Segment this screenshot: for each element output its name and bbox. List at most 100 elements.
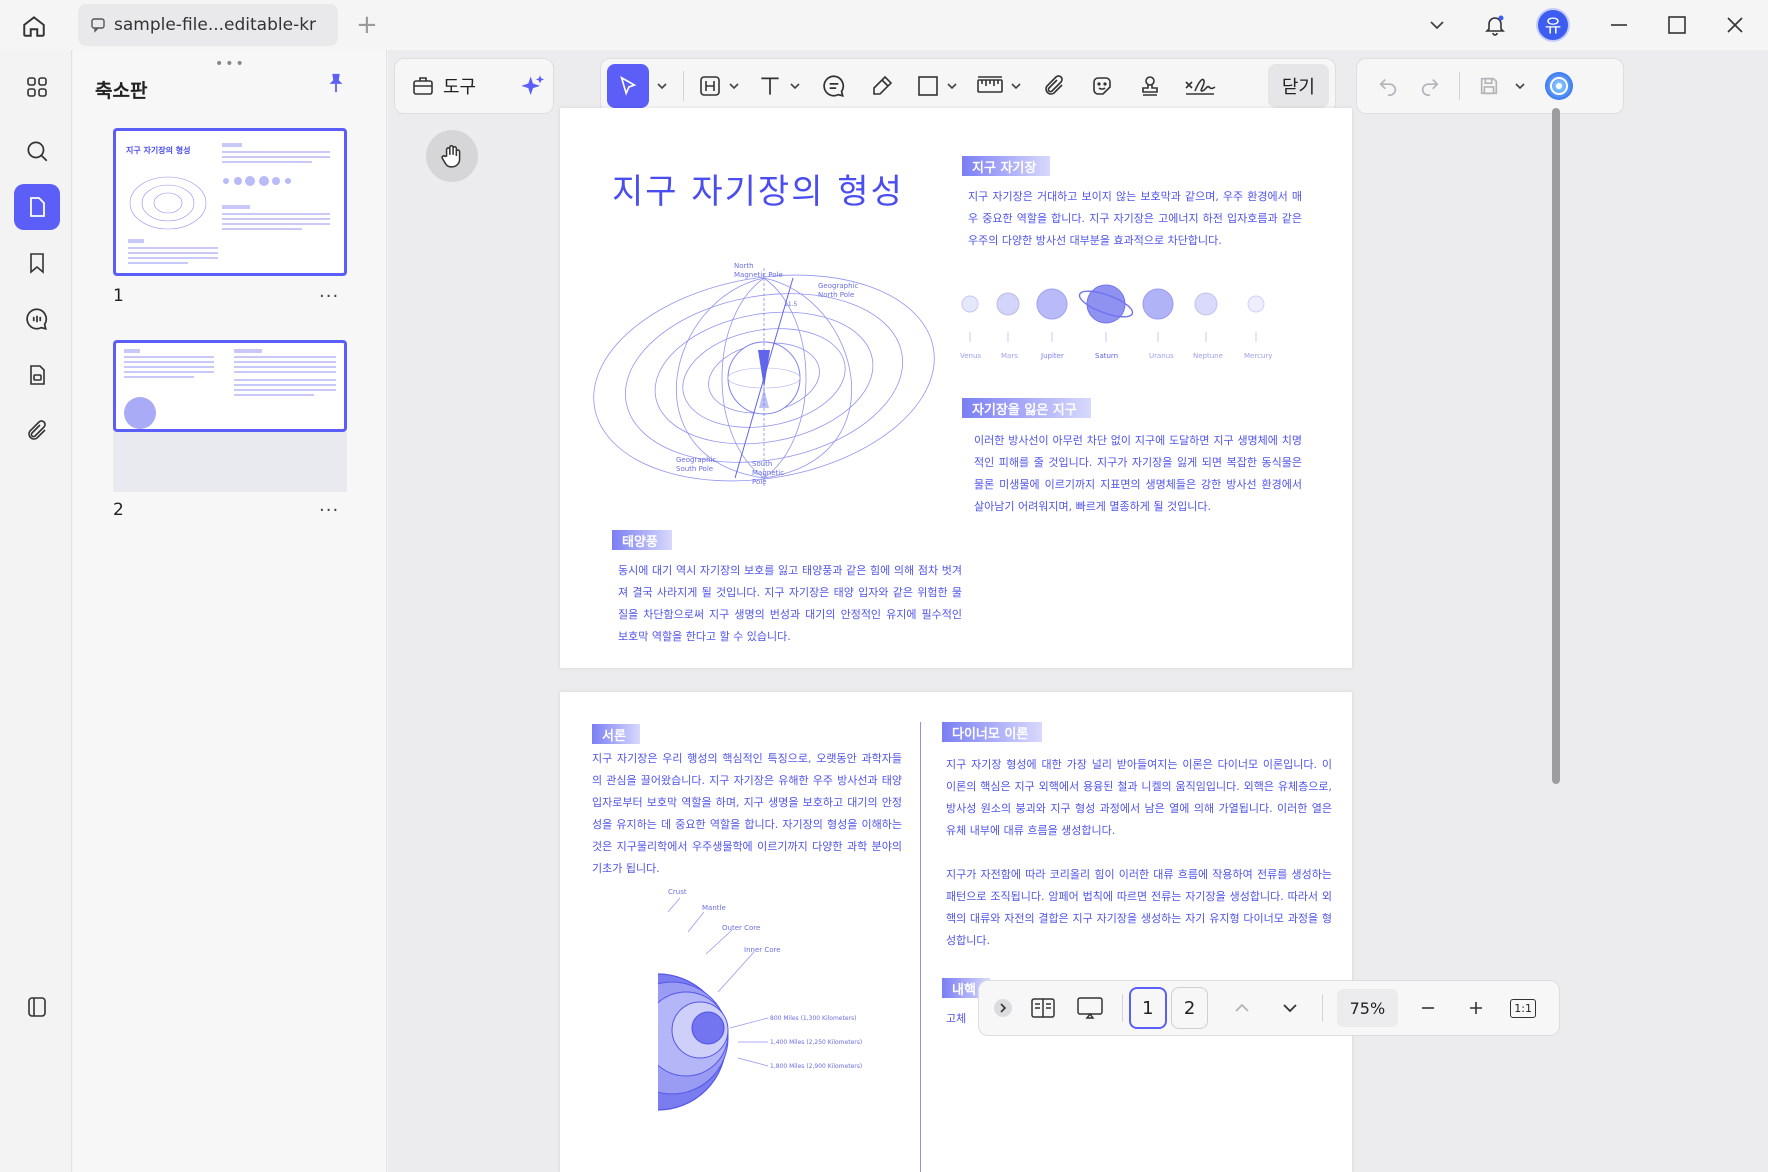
actual-size-button[interactable]: 1:1 xyxy=(1501,987,1545,1029)
pin-panel-button[interactable] xyxy=(325,72,347,98)
page-1-button[interactable]: 1 xyxy=(1129,987,1167,1029)
thumbnail-page-1[interactable]: 지구 자기장의 형성 xyxy=(113,128,347,276)
column-divider xyxy=(920,722,921,1172)
shape-tool-button[interactable] xyxy=(908,64,966,108)
select-tool-button[interactable] xyxy=(607,64,649,108)
toolbar-separator xyxy=(683,71,684,101)
presentation-mode-button[interactable] xyxy=(1068,987,1112,1029)
planet-label: Venus xyxy=(960,352,982,360)
rail-form-button[interactable] xyxy=(14,352,60,398)
close-edit-toolbar-button[interactable]: 닫기 xyxy=(1267,64,1329,108)
paragraph-magnetic-field: 지구 자기장은 거대하고 보이지 않는 보호막과 같으며, 우주 환경에서 매우… xyxy=(968,190,1302,247)
home-button[interactable] xyxy=(18,10,50,42)
page-2-button[interactable]: 2 xyxy=(1170,987,1209,1029)
planets-diagram xyxy=(961,284,1265,342)
chat-icon xyxy=(26,308,48,330)
page-layout-button[interactable] xyxy=(1021,987,1065,1029)
page-navigation-bar: 1 2 75% 1:1 xyxy=(978,980,1560,1036)
left-icon-rail xyxy=(0,50,72,1172)
geographic-south-pole-label: Geographic South Pole xyxy=(676,456,717,473)
chevron-down-icon xyxy=(947,83,957,90)
window-controls: 유 xyxy=(1408,0,1768,50)
depth-label-3: 1,800 Miles (2,900 Kilometers) xyxy=(770,1063,863,1070)
heading-icon xyxy=(700,76,720,96)
ai-assistant-button[interactable] xyxy=(519,73,547,105)
section-heading-dynamo: 다이너모 이론 xyxy=(942,722,1043,742)
mantle-label: Mantle xyxy=(702,904,726,912)
redo-button[interactable] xyxy=(1409,64,1451,108)
undo-button[interactable] xyxy=(1367,64,1409,108)
rail-attachments-button[interactable] xyxy=(14,408,60,454)
maximize-icon xyxy=(1668,16,1686,34)
notifications-button[interactable] xyxy=(1476,6,1514,44)
document-tab[interactable]: sample-file...editable-kr xyxy=(78,4,338,46)
section-heading-lost-field: 자기장을 잃은 지구 xyxy=(962,398,1091,418)
edit-toolbar: 닫기 xyxy=(600,58,1336,114)
save-button[interactable] xyxy=(1468,64,1510,108)
thumbnail-1-more-button[interactable]: ··· xyxy=(319,286,339,307)
rail-search-button[interactable] xyxy=(14,128,60,174)
panel-drag-handle[interactable]: ••• xyxy=(215,56,246,72)
tools-menu: 도구 xyxy=(394,58,554,114)
paragraph-dynamo-1: 지구 자기장 형성에 대한 가장 널리 받아들여지는 이론은 다이너모 이론입니… xyxy=(946,758,1332,837)
toolbox-icon xyxy=(413,77,433,95)
zoom-level[interactable]: 75% xyxy=(1336,989,1399,1027)
rail-comments-button[interactable] xyxy=(14,296,60,342)
signature-tool-button[interactable] xyxy=(1176,64,1224,108)
minimize-button[interactable] xyxy=(1600,6,1638,44)
highlight-tool-button[interactable] xyxy=(692,64,746,108)
collapse-nav-button[interactable] xyxy=(989,987,1017,1029)
pen-tool-button[interactable] xyxy=(860,64,904,108)
maximize-button[interactable] xyxy=(1658,6,1696,44)
minimize-icon xyxy=(1611,24,1627,26)
zoom-in-button[interactable] xyxy=(1454,987,1498,1029)
thumbnail-page-2[interactable] xyxy=(113,340,347,432)
rail-bookmarks-button[interactable] xyxy=(14,240,60,286)
thumbnail-2-more-button[interactable]: ··· xyxy=(319,500,339,521)
user-account-button[interactable]: 유 xyxy=(1534,6,1572,44)
ai-chat-button[interactable] xyxy=(1538,64,1580,108)
previous-page-button[interactable] xyxy=(1220,987,1264,1029)
tools-button[interactable]: 도구 xyxy=(411,73,476,99)
rail-apps-button[interactable] xyxy=(14,64,60,110)
text-tool-button[interactable] xyxy=(750,64,808,108)
cursor-icon xyxy=(620,76,637,96)
ruler-icon xyxy=(977,76,1003,93)
rail-settings-button[interactable] xyxy=(14,984,60,1030)
rail-thumbnails-button[interactable] xyxy=(14,184,60,230)
hand-tool-button[interactable] xyxy=(426,130,478,182)
vertical-scrollbar[interactable] xyxy=(1552,108,1560,784)
measure-tool-button[interactable] xyxy=(970,64,1028,108)
text-icon xyxy=(761,77,779,95)
zoom-out-button[interactable] xyxy=(1406,987,1450,1029)
nav-separator xyxy=(1122,994,1123,1022)
attach-tool-button[interactable] xyxy=(1032,64,1076,108)
grid-icon xyxy=(27,77,47,97)
comment-tool-button[interactable] xyxy=(812,64,856,108)
sidebar-toggle-icon xyxy=(28,997,46,1017)
sparkle-icon xyxy=(521,75,545,96)
chevron-right-icon xyxy=(993,999,1012,1017)
hand-icon xyxy=(441,145,461,168)
save-dropdown[interactable] xyxy=(1510,64,1530,108)
stamp-tool-button[interactable] xyxy=(1128,64,1172,108)
chevron-down-icon xyxy=(1011,83,1021,90)
home-icon xyxy=(23,16,45,37)
select-tool-dropdown[interactable] xyxy=(653,64,671,108)
depth-label-2: 1,400 Miles (2,250 Kilometers) xyxy=(770,1039,863,1046)
chevron-down-icon xyxy=(1515,83,1525,90)
document-page-1: 지구 자기장의 형성 North Magnetic Pole Geographi… xyxy=(560,108,1352,668)
south-magnetic-pole-label: South Magnetic Pole xyxy=(752,460,785,486)
document-page-2: 서론 지구 자기장은 우리 행성의 핵심적인 특징으로, 오랫동안 과학자들의 … xyxy=(560,692,1352,1172)
earth-core-diagram xyxy=(588,892,769,1172)
pin-icon xyxy=(329,73,343,93)
new-tab-button[interactable]: + xyxy=(356,10,378,40)
planet-label: Saturn xyxy=(1095,352,1119,360)
bell-icon xyxy=(1485,15,1505,36)
next-page-button[interactable] xyxy=(1268,987,1312,1029)
tabs-dropdown-button[interactable] xyxy=(1418,6,1456,44)
close-window-button[interactable] xyxy=(1716,6,1754,44)
sticker-tool-button[interactable] xyxy=(1080,64,1124,108)
north-magnetic-pole-label: North Magnetic Pole xyxy=(734,262,783,279)
chevron-up-icon xyxy=(1235,1003,1249,1012)
